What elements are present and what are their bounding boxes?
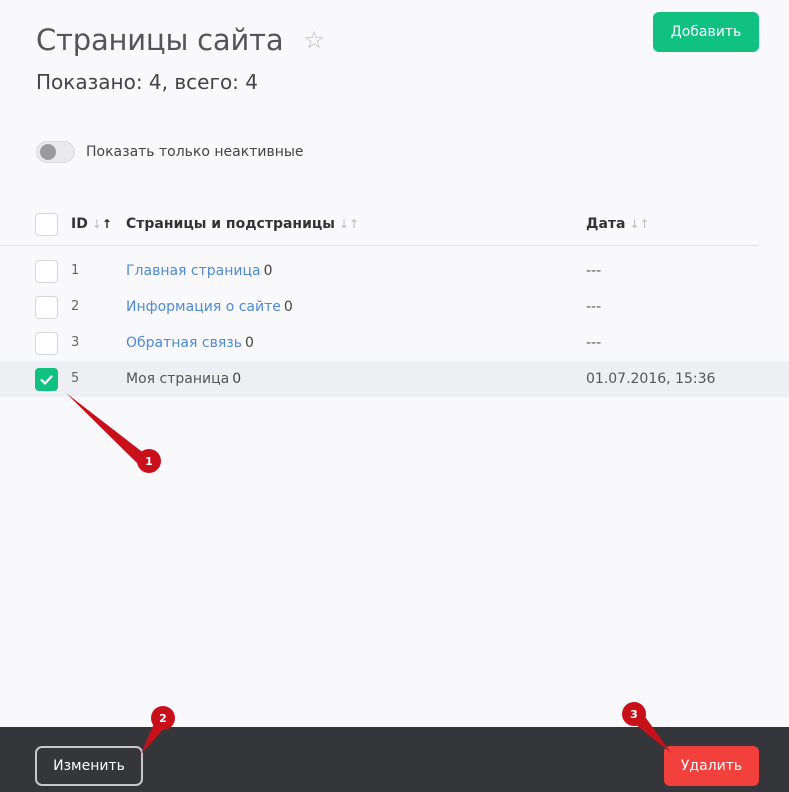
row-id: 1 — [71, 263, 80, 278]
row-date: --- — [586, 335, 602, 351]
table-row[interactable]: 3 Обратная связь 0 --- — [0, 325, 789, 361]
subpage-count: 0 — [244, 335, 254, 351]
subpage-count: 0 — [232, 371, 242, 387]
inactive-toggle[interactable] — [36, 141, 75, 163]
annotation-marker-1: 1 — [66, 393, 161, 473]
header-id-label: ID — [71, 216, 88, 232]
row-name: Обратная связь 0 — [126, 325, 254, 361]
sort-arrows-icon[interactable]: ↓↑ — [629, 217, 649, 231]
table-row[interactable]: 2 Информация о сайте 0 --- — [0, 289, 789, 325]
page-title: Страницы сайта — [36, 23, 284, 57]
row-date: 01.07.2016, 15:36 — [586, 371, 716, 387]
table-header: ID ↓↑ Страницы и подстраницы ↓↑ Дата ↓↑ — [0, 204, 759, 246]
inactive-toggle-label: Показать только неактивные — [86, 144, 304, 160]
row-date: --- — [586, 263, 602, 279]
page-name: Моя страница — [126, 371, 230, 387]
row-name: Информация о сайте 0 — [126, 289, 293, 325]
header-name[interactable]: Страницы и подстраницы ↓↑ — [126, 204, 359, 246]
page-link[interactable]: Обратная связь — [126, 335, 242, 351]
header-date-label: Дата — [586, 216, 626, 232]
pages-table: ID ↓↑ Страницы и подстраницы ↓↑ Дата ↓↑ 1 Г… — [0, 204, 789, 397]
row-id: 3 — [71, 335, 80, 350]
header-date[interactable]: Дата ↓↑ — [586, 204, 650, 246]
star-icon[interactable]: ☆ — [303, 28, 325, 52]
page-link[interactable]: Главная страница — [126, 263, 261, 279]
annotation-label-3: 3 — [630, 708, 638, 721]
row-id: 5 — [71, 371, 80, 386]
edit-button[interactable]: Изменить — [35, 746, 143, 786]
toggle-knob — [40, 144, 56, 160]
row-checkbox[interactable] — [35, 332, 58, 355]
table-body: 1 Главная страница 0 --- 2 Информация о с… — [0, 253, 789, 397]
page-link[interactable]: Информация о сайте — [126, 299, 281, 315]
annotation-label-2: 2 — [159, 712, 167, 725]
add-button[interactable]: Добавить — [653, 12, 759, 52]
action-footer: Изменить Удалить — [0, 727, 789, 792]
header-id[interactable]: ID ↓↑ — [71, 204, 112, 246]
header-name-label: Страницы и подстраницы — [126, 216, 335, 232]
checkmark-icon — [40, 374, 53, 385]
row-checkbox[interactable] — [35, 296, 58, 319]
sort-arrows-icon[interactable]: ↓↑ — [92, 217, 112, 231]
row-checkbox[interactable] — [35, 368, 58, 391]
row-date: --- — [586, 299, 602, 315]
row-name: Главная страница 0 — [126, 253, 273, 289]
table-row-selected[interactable]: 5 Моя страница 0 01.07.2016, 15:36 — [0, 361, 789, 397]
items-count: Показано: 4, всего: 4 — [36, 70, 259, 94]
inactive-filter: Показать только неактивные — [36, 141, 304, 163]
sort-arrows-icon[interactable]: ↓↑ — [339, 217, 359, 231]
subpage-count: 0 — [263, 263, 273, 279]
table-row[interactable]: 1 Главная страница 0 --- — [0, 253, 789, 289]
select-all-checkbox[interactable] — [35, 213, 58, 236]
delete-button[interactable]: Удалить — [664, 746, 759, 786]
row-name: Моя страница 0 — [126, 361, 241, 397]
row-checkbox[interactable] — [35, 260, 58, 283]
subpage-count: 0 — [283, 299, 293, 315]
page-header: Страницы сайта ☆ — [36, 20, 325, 60]
row-id: 2 — [71, 299, 80, 314]
annotation-label-1: 1 — [145, 455, 153, 468]
